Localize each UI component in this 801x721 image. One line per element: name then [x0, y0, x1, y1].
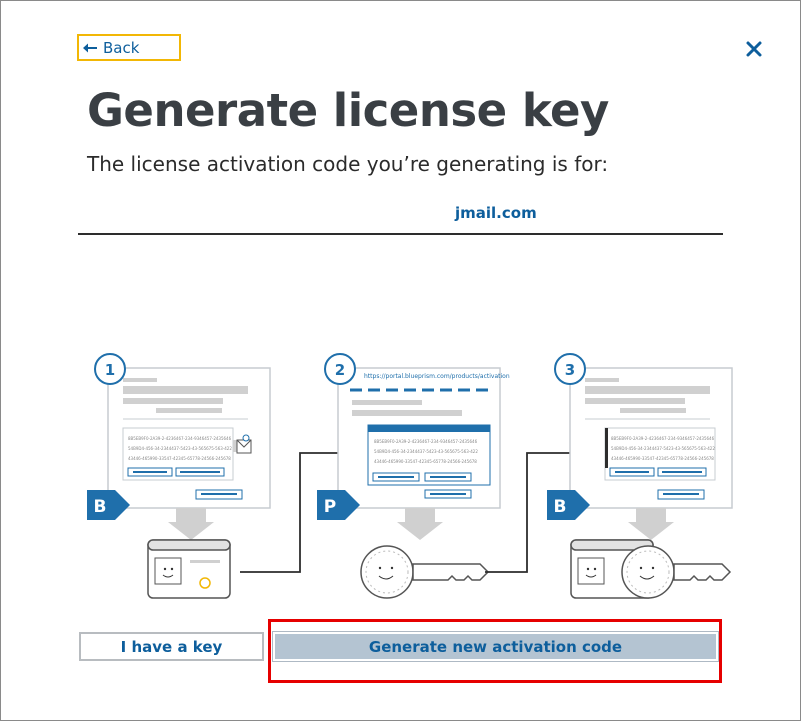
code-line: 8B5EB9F0-2A39-2-4236467-234-9346457-2435…	[611, 436, 715, 441]
badge-letter: B	[554, 497, 567, 517]
account-email: jmail.com	[455, 204, 537, 222]
i-have-a-key-button[interactable]: I have a key	[79, 632, 264, 661]
portal-url: https://portal.blueprism.com/products/ac…	[364, 373, 510, 380]
step-number: 1	[105, 361, 115, 379]
step-2: https://portal.blueprism.com/products/ac…	[317, 353, 510, 599]
badge-letter: B	[94, 497, 107, 517]
key-icon	[360, 545, 414, 599]
code-line: 43446-465990-33547-42345-65778-24566-245…	[611, 456, 714, 461]
step-1: 8B5EB9F0-2A39-2-4236467-234-9346457-2435…	[87, 353, 271, 599]
code-line: 8B5EB9F0-2A39-2-4236467-234-9346457-2435…	[374, 439, 478, 444]
arrow-left-icon	[83, 43, 97, 52]
step-number: 3	[565, 361, 575, 379]
code-line: 43446-465990-33547-42345-65778-24566-245…	[374, 459, 477, 464]
key-icon	[621, 545, 675, 599]
code-line: 43446-465990-33547-42345-65778-24566-245…	[128, 456, 231, 461]
step-3: 8B5EB9F0-2A39-2-4236467-234-9346457-2435…	[547, 353, 733, 599]
page-title: Generate license key	[87, 84, 609, 137]
activation-steps-illustration: 8B5EB9F0-2A39-2-4236467-234-9346457-2435…	[87, 353, 733, 599]
badge-letter: P	[324, 497, 336, 517]
code-line: 54B9D4-456-34-2344437-5423-43-565675-563…	[611, 446, 715, 451]
code-line: 54B9D4-456-34-2344437-5423-43-565675-563…	[128, 446, 232, 451]
generate-activation-code-button[interactable]: Generate new activation code	[272, 631, 719, 662]
close-icon[interactable]	[744, 39, 764, 59]
back-label: Back	[103, 38, 140, 57]
divider	[78, 233, 723, 235]
code-line: 54B9D4-456-34-2344437-5423-43-565675-563…	[374, 449, 478, 454]
code-line: 8B5EB9F0-2A39-2-4236467-234-9346457-2435…	[128, 436, 232, 441]
step-number: 2	[335, 361, 345, 379]
back-button[interactable]: Back	[77, 34, 181, 61]
page-subtitle: The license activation code you’re gener…	[87, 152, 609, 176]
